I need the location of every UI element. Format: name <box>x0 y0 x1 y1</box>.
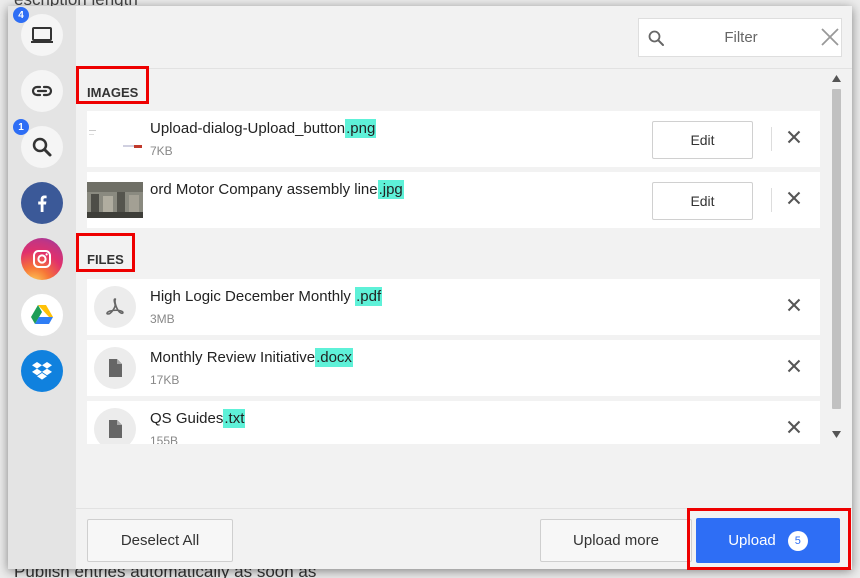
file-extension: .txt <box>223 409 246 428</box>
edit-button[interactable]: Edit <box>652 121 753 159</box>
edit-button[interactable]: Edit <box>652 182 753 220</box>
pdf-icon <box>106 298 124 315</box>
search-icon <box>32 137 52 157</box>
arrow-up-icon[interactable] <box>832 75 841 82</box>
file-type-badge <box>94 408 136 444</box>
file-extension: .docx <box>315 348 353 367</box>
file-name: Upload-dialog-Upload_button.png <box>150 119 377 138</box>
upload-button[interactable]: Upload 5 <box>696 518 840 563</box>
file-type-badge <box>94 286 136 328</box>
file-extension: .png <box>345 119 377 138</box>
source-facebook[interactable] <box>21 182 63 224</box>
source-link[interactable] <box>21 70 63 112</box>
source-google-drive[interactable] <box>21 294 63 336</box>
file-extension: .jpg <box>377 180 404 199</box>
document-icon <box>109 420 122 438</box>
google-drive-icon <box>31 305 53 324</box>
file-size: 3MB <box>150 312 175 326</box>
upload-count-badge: 5 <box>787 530 808 551</box>
file-name: High Logic December Monthly .pdf <box>150 287 383 306</box>
remove-icon[interactable] <box>787 298 801 312</box>
facebook-icon <box>38 195 47 212</box>
source-sidebar: 4 1 <box>8 6 76 569</box>
image-thumbnail <box>87 182 143 218</box>
upload-more-button[interactable]: Upload more <box>540 519 692 562</box>
remove-icon[interactable] <box>787 191 801 205</box>
file-name: Monthly Review Initiative.docx <box>150 348 353 367</box>
file-size: 17KB <box>150 373 180 387</box>
document-icon <box>109 359 122 377</box>
link-icon <box>31 85 53 97</box>
scrollbar[interactable] <box>828 69 845 444</box>
remove-icon[interactable] <box>787 130 801 144</box>
image-thumbnail <box>87 111 143 167</box>
scrollbar-thumb[interactable] <box>832 89 841 409</box>
list-item: High Logic December Monthly .pdf 3MB <box>87 279 820 335</box>
file-name: QS Guides.txt <box>150 409 246 428</box>
upload-button-label: Upload <box>728 532 776 549</box>
dropbox-icon <box>32 362 52 380</box>
source-dropbox[interactable] <box>21 350 63 392</box>
deselect-all-button[interactable]: Deselect All <box>87 519 233 562</box>
file-name: ord Motor Company assembly line.jpg <box>150 180 404 199</box>
file-extension: .pdf <box>355 287 383 306</box>
file-size: 7KB <box>150 144 173 158</box>
toolbar <box>76 6 852 69</box>
file-size: 155B <box>150 434 179 444</box>
file-list: IMAGES Upload-dialog-Upload_button.png 7… <box>76 69 852 444</box>
source-badge: 4 <box>13 7 29 23</box>
source-instagram[interactable] <box>21 238 63 280</box>
list-item: ord Motor Company assembly line.jpg Edit <box>87 172 820 228</box>
arrow-down-icon[interactable] <box>832 431 841 438</box>
list-item: QS Guides.txt 155B <box>87 401 820 444</box>
upload-dialog: 4 1 Filter IMAGES Upload-dialog-Upload_b… <box>8 6 852 569</box>
list-item: Upload-dialog-Upload_button.png 7KB Edit <box>87 111 820 167</box>
list-item: Monthly Review Initiative.docx 17KB <box>87 340 820 396</box>
main-panel: IMAGES Upload-dialog-Upload_button.png 7… <box>76 6 852 569</box>
remove-icon[interactable] <box>787 420 801 434</box>
laptop-icon <box>31 27 53 43</box>
close-icon[interactable] <box>819 26 841 48</box>
filter-input[interactable] <box>669 19 813 56</box>
images-section-label: IMAGES <box>87 84 139 100</box>
source-badge: 1 <box>13 119 29 135</box>
divider <box>771 188 772 212</box>
source-search[interactable]: 1 <box>13 119 63 168</box>
dialog-footer: Deselect All Upload more Upload 5 <box>76 508 852 569</box>
divider <box>771 127 772 151</box>
files-section-label: FILES <box>87 251 124 267</box>
source-local-device[interactable]: 4 <box>13 7 63 56</box>
remove-icon[interactable] <box>787 359 801 373</box>
instagram-icon <box>33 250 51 268</box>
file-type-badge <box>94 347 136 389</box>
search-icon <box>648 30 664 46</box>
filter-box <box>638 18 842 57</box>
